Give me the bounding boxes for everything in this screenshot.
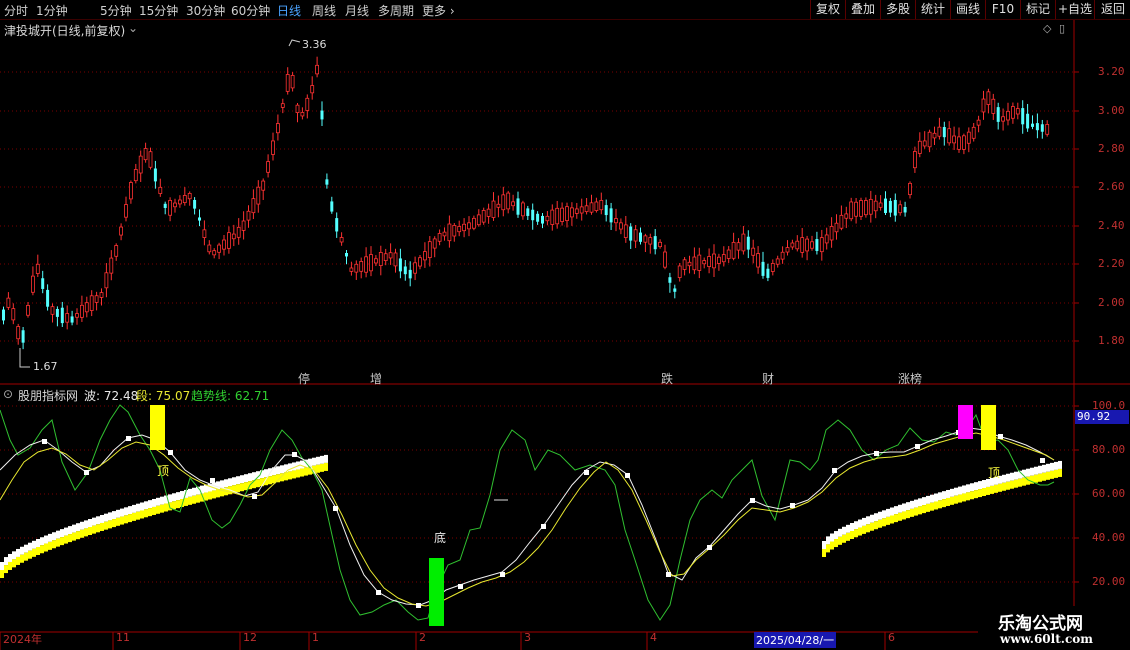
watermark: 乐淘公式网 www.60lt.com — [978, 606, 1130, 650]
multi-stock-button[interactable]: 多股 — [880, 0, 915, 19]
indicator-name[interactable]: 股朋指标网 — [18, 387, 78, 404]
indicator-axis-label: 40.00 — [1092, 531, 1126, 544]
current-value-badge: 90.92 — [1075, 410, 1129, 424]
tab-weekly[interactable]: 周线 — [312, 2, 336, 19]
panel-toggle-icon[interactable]: ▯ — [1059, 22, 1065, 35]
add-watchlist-button[interactable]: +自选 — [1055, 0, 1094, 19]
indicator-axis-label: 80.00 — [1092, 443, 1126, 456]
date-axis-label: 6 — [888, 631, 895, 644]
trend-value: 趋势线: 62.71 — [191, 389, 270, 403]
event-finance-marker[interactable]: 财 — [762, 370, 774, 387]
chart-canvas — [0, 20, 1130, 650]
price-axis-label: 2.00 — [1098, 296, 1125, 309]
restore-rights-button[interactable]: 复权 — [810, 0, 845, 19]
date-axis-label: 3 — [524, 631, 531, 644]
wave-value: 波: 72.48 — [84, 389, 139, 403]
indicator-axis-label: 60.00 — [1092, 487, 1126, 500]
f10-button[interactable]: F10 — [985, 0, 1020, 19]
high-price-label: 3.36 — [302, 38, 327, 51]
event-rank-marker[interactable]: 涨榜 — [898, 370, 922, 387]
event-increase-marker[interactable]: 增 — [370, 370, 382, 387]
draw-line-button[interactable]: 画线 — [950, 0, 985, 19]
event-fall-marker[interactable]: 跌 — [661, 370, 673, 387]
date-axis-label: 4 — [650, 631, 657, 644]
date-axis-label: 11 — [116, 631, 130, 644]
tab-5min[interactable]: 5分钟 — [100, 2, 132, 19]
price-axis-label: 3.00 — [1098, 104, 1125, 117]
price-axis-label: 2.40 — [1098, 219, 1125, 232]
low-price-label: 1.67 — [33, 360, 58, 373]
tab-multi-period[interactable]: 多周期 — [378, 2, 414, 19]
price-axis-label: 2.60 — [1098, 180, 1125, 193]
tab-1min[interactable]: 1分钟 — [36, 2, 68, 19]
tab-timeshare[interactable]: 分时 — [4, 2, 28, 19]
segment-value: 段: 75.07 — [136, 389, 191, 403]
indicator-axis-label: 20.00 — [1092, 575, 1126, 588]
date-axis-label: 2 — [419, 631, 426, 644]
cursor-date-label: 2025/04/28/一 — [754, 632, 837, 648]
price-axis-label: 1.80 — [1098, 334, 1125, 347]
chevron-down-icon[interactable]: ⌄ — [128, 21, 138, 35]
event-suspend-marker[interactable]: 停 — [298, 370, 310, 387]
tab-daily[interactable]: 日线 — [277, 2, 301, 19]
period-toolbar: 分时 1分钟 5分钟 15分钟 30分钟 60分钟 日线 周线 月线 多周期 更… — [0, 0, 1130, 20]
date-axis-label: 12 — [243, 631, 257, 644]
tab-monthly[interactable]: 月线 — [345, 2, 369, 19]
watermark-url: www.60lt.com — [1000, 632, 1093, 646]
overlay-button[interactable]: 叠加 — [845, 0, 880, 19]
mark-button[interactable]: 标记 — [1020, 0, 1055, 19]
tab-15min[interactable]: 15分钟 — [139, 2, 178, 19]
bottom-signal-label: 底 — [434, 531, 447, 545]
indicator-menu-icon[interactable]: ⊙ — [3, 387, 13, 401]
tab-more[interactable]: 更多 › — [422, 2, 455, 19]
stats-button[interactable]: 统计 — [915, 0, 950, 19]
top-signal-label: 顶 — [157, 464, 170, 478]
date-axis-label: 2024年 — [3, 633, 42, 646]
more-label: 更多 — [422, 4, 447, 18]
date-axis-label: 1 — [312, 631, 319, 644]
chevron-right-icon: › — [449, 4, 455, 18]
tab-30min[interactable]: 30分钟 — [186, 2, 225, 19]
tab-60min[interactable]: 60分钟 — [231, 2, 270, 19]
chart-title: 津投城开(日线,前复权) — [4, 24, 126, 38]
watermark-title: 乐淘公式网 — [998, 614, 1083, 634]
top-signal-label: 顶 — [988, 466, 1001, 480]
price-axis-label: 2.20 — [1098, 257, 1125, 270]
diamond-icon[interactable]: ◇ — [1043, 22, 1051, 35]
back-button[interactable]: 返回 — [1094, 0, 1130, 19]
price-axis-label: 2.80 — [1098, 142, 1125, 155]
price-axis-label: 3.20 — [1098, 65, 1125, 78]
